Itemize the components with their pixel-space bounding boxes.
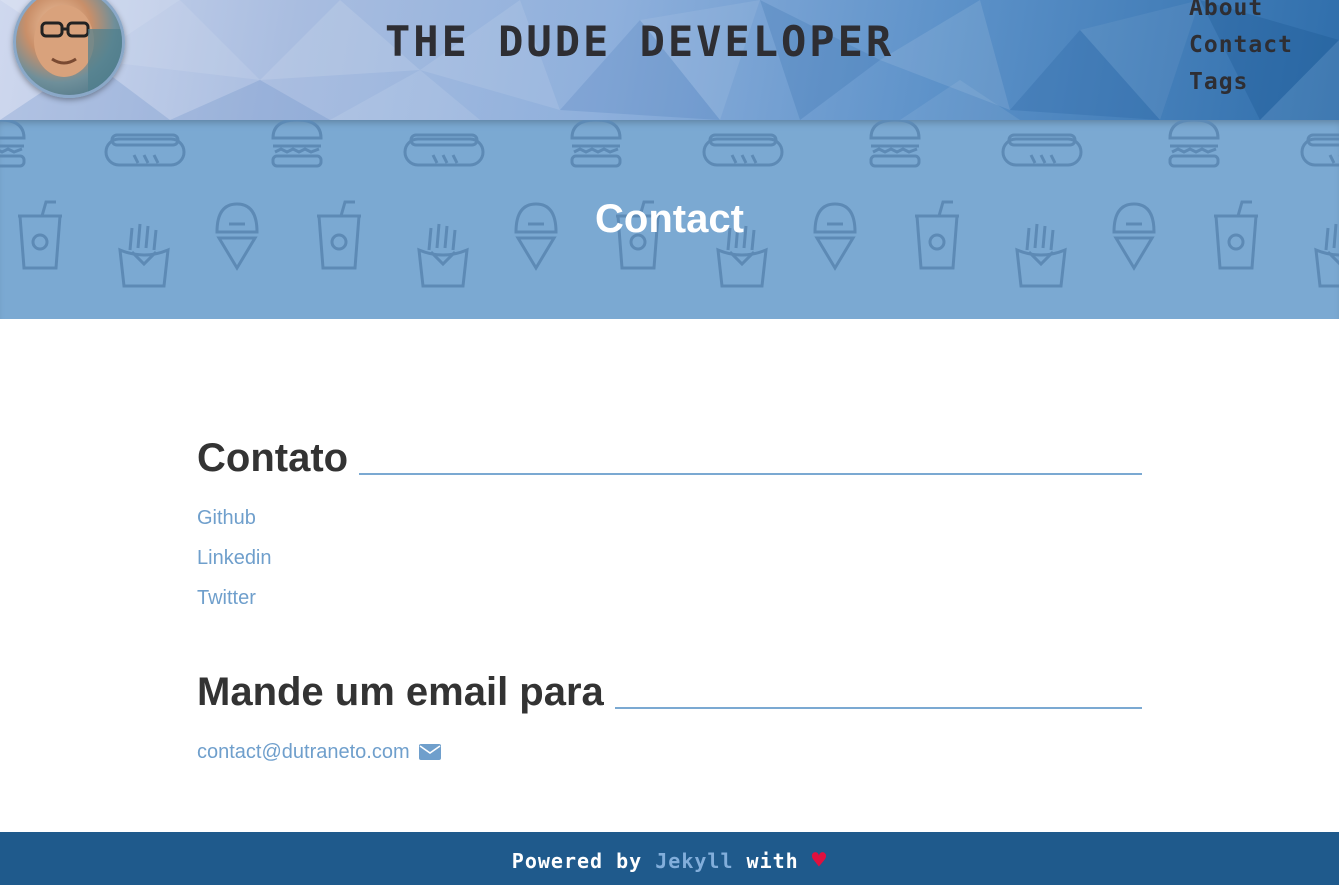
avatar-photo-icon: [34, 5, 122, 95]
site-footer: Powered by Jekyll with ♥: [0, 832, 1339, 885]
email-link[interactable]: contact@dutraneto.com: [197, 740, 410, 764]
footer-with: with: [746, 849, 799, 873]
nav-item-tags[interactable]: Tags: [1189, 64, 1329, 101]
social-links-list: Github Linkedin Twitter: [197, 506, 1142, 626]
email-line: contact@dutraneto.com: [197, 740, 1142, 764]
site-title[interactable]: THE DUDE DEVELOPER: [385, 20, 985, 64]
main-nav: About Contact Tags: [1189, 0, 1329, 101]
email-section: Mande um email para contact@dutraneto.co…: [197, 664, 1142, 764]
main-content: Contato Github Linkedin Twitter Mande um…: [197, 430, 1142, 764]
jekyll-link[interactable]: Jekyll: [655, 849, 733, 873]
avatar[interactable]: [13, 0, 125, 98]
github-link[interactable]: Github: [197, 506, 1142, 546]
heading-divider: [614, 707, 1142, 709]
site-header: THE DUDE DEVELOPER About Contact Tags: [0, 0, 1339, 120]
envelope-icon[interactable]: [418, 744, 441, 760]
contato-heading: Contato: [197, 436, 349, 480]
heart-icon: ♥: [811, 846, 828, 874]
footer-powered-by: Powered by: [511, 849, 643, 873]
email-heading: Mande um email para: [197, 670, 604, 714]
nav-item-contact[interactable]: Contact: [1189, 27, 1329, 64]
linkedin-link[interactable]: Linkedin: [197, 546, 1142, 586]
nav-item-about[interactable]: About: [1189, 0, 1329, 27]
hero-banner: Contact: [0, 120, 1339, 319]
contato-section-heading: Contato: [197, 430, 1142, 486]
email-section-heading: Mande um email para: [197, 664, 1142, 720]
heading-divider: [359, 473, 1142, 475]
twitter-link[interactable]: Twitter: [197, 586, 1142, 626]
page-title: Contact: [595, 197, 744, 241]
